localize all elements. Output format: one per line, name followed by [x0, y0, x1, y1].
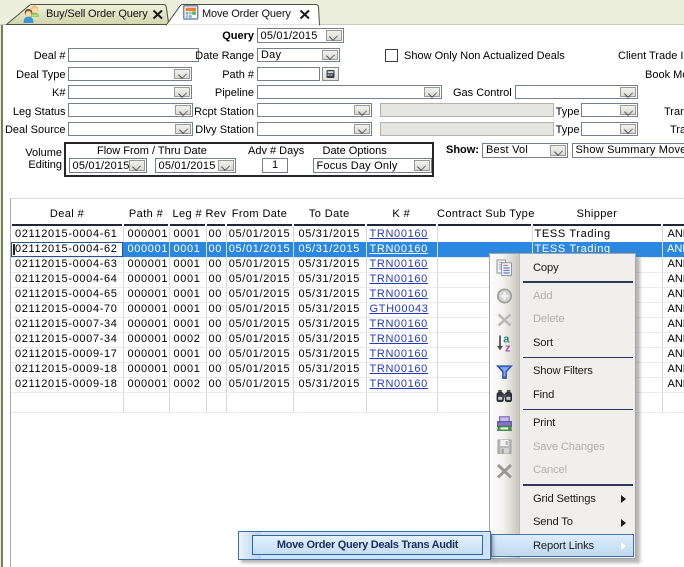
svg-text:z: z — [505, 343, 511, 353]
